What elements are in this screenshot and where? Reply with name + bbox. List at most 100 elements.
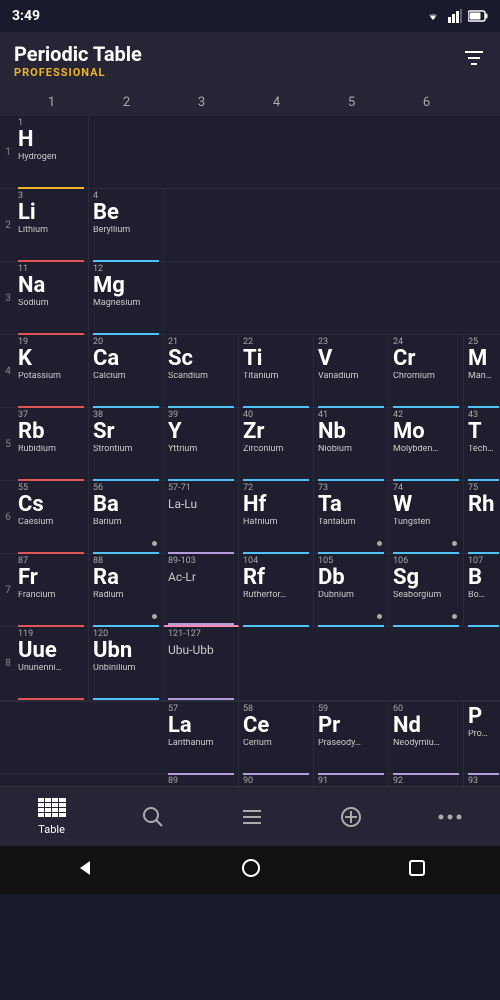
element-Mo[interactable]: 42 Mo Molybden… xyxy=(389,408,464,481)
table-nav-icon xyxy=(38,798,66,820)
ubu-ubb-placeholder[interactable]: 121-127 Ubu-Ubb xyxy=(164,627,239,700)
element-Ta[interactable]: 73 Ta Tantalum xyxy=(314,481,389,554)
element-Rb[interactable]: 37 Rb Rubidium xyxy=(14,408,89,481)
element-U[interactable]: 92 U Uranium xyxy=(389,774,464,786)
ac-lr-placeholder[interactable]: 89-103 Ac-Lr xyxy=(164,554,239,627)
empty-2-4 xyxy=(239,189,314,262)
element-V[interactable]: 23 V Vanadium xyxy=(314,335,389,408)
periodic-table: 1 1 H Hydrogen 2 3 Li Lithium 4 Be xyxy=(0,116,500,786)
element-Pa[interactable]: 91 Pa Protactini… xyxy=(314,774,389,786)
empty-8-4 xyxy=(239,627,314,700)
period-8: 8 119 Uue Ununenni… 120 Ubn Unbinilium 1… xyxy=(0,627,500,700)
home-icon xyxy=(241,858,261,878)
element-Cr[interactable]: 24 Cr Chromium xyxy=(389,335,464,408)
col-6: 6 xyxy=(389,88,464,116)
nav-search[interactable] xyxy=(129,801,177,833)
app-subtitle: PROFESSIONAL xyxy=(14,66,142,79)
element-Ba[interactable]: 56 Ba Barium xyxy=(89,481,164,554)
empty-8-6 xyxy=(389,627,464,700)
back-icon xyxy=(74,858,94,878)
element-Th[interactable]: 90 Th Thorium xyxy=(239,774,314,786)
col-5: 5 xyxy=(314,88,389,116)
element-Zr[interactable]: 40 Zr Zirconium xyxy=(239,408,314,481)
row-3-number: 3 xyxy=(0,262,14,334)
row-8-number: 8 xyxy=(0,627,14,700)
nav-more[interactable] xyxy=(426,808,474,826)
element-Ce[interactable]: 58 Ce Cerium xyxy=(239,702,314,775)
element-Pm-partial[interactable]: P Pro… xyxy=(464,702,500,775)
element-La[interactable]: 57 La Lanthanum xyxy=(164,702,239,775)
nav-compare[interactable] xyxy=(327,801,375,833)
element-Fr[interactable]: 87 Fr Francium xyxy=(14,554,89,627)
status-time: 3:49 xyxy=(12,8,40,24)
element-Mn-partial[interactable]: 25 M Man… xyxy=(464,335,500,408)
element-Pr[interactable]: 59 Pr Praseody… xyxy=(314,702,389,775)
row-6-number: 6 xyxy=(0,481,14,553)
element-W[interactable]: 74 W Tungsten xyxy=(389,481,464,554)
filter-icon[interactable] xyxy=(462,46,486,75)
element-Re-partial[interactable]: 75 Rh xyxy=(464,481,500,554)
empty-2-3 xyxy=(164,189,239,262)
col-4: 4 xyxy=(239,88,314,116)
element-Ra[interactable]: 88 Ra Radium xyxy=(89,554,164,627)
lanthanide-row: 57 La Lanthanum 58 Ce Cerium 59 Pr Prase… xyxy=(0,700,500,773)
element-Mg[interactable]: 12 Mg Magnesium xyxy=(89,262,164,335)
period-5: 5 37 Rb Rubidium 38 Sr Strontium 39 Y Yt… xyxy=(0,408,500,481)
la-lu-placeholder[interactable]: 57-71 La-Lu xyxy=(164,481,239,554)
element-K[interactable]: 19 K Potassium xyxy=(14,335,89,408)
element-Li[interactable]: 3 Li Lithium xyxy=(14,189,89,262)
period-1: 1 1 H Hydrogen xyxy=(0,116,500,189)
element-Db[interactable]: 105 Db Dubnium xyxy=(314,554,389,627)
android-nav-bar xyxy=(0,846,500,894)
element-H[interactable]: 1 H Hydrogen xyxy=(14,116,89,189)
period-7: 7 87 Fr Francium 88 Ra Radium 89-103 Ac-… xyxy=(0,554,500,627)
col-2: 2 xyxy=(89,88,164,116)
element-Np-partial[interactable]: 93 N Nep… xyxy=(464,774,500,786)
element-Nb[interactable]: 41 Nb Niobium xyxy=(314,408,389,481)
element-Ti[interactable]: 22 Ti Titanium xyxy=(239,335,314,408)
compare-nav-icon xyxy=(339,805,363,829)
empty-8-5 xyxy=(314,627,389,700)
element-Ca[interactable]: 20 Ca Calcium xyxy=(89,335,164,408)
element-Hf[interactable]: 72 Hf Hafnium xyxy=(239,481,314,554)
element-Ac[interactable]: 89 Ac Actinium xyxy=(164,774,239,786)
signal-icon xyxy=(448,9,462,23)
actinide-row: 89 Ac Actinium 90 Th Thorium 91 Pa Prota… xyxy=(0,773,500,786)
element-Bh-partial[interactable]: 107 B Bo… xyxy=(464,554,500,627)
element-Sr[interactable]: 38 Sr Strontium xyxy=(89,408,164,481)
period-3: 3 11 Na Sodium 12 Mg Magnesium xyxy=(0,262,500,335)
column-headers: 1 2 3 4 5 6 xyxy=(0,88,500,116)
element-Na[interactable]: 11 Na Sodium xyxy=(14,262,89,335)
empty-1-5 xyxy=(314,116,389,189)
empty-1-2 xyxy=(89,116,164,189)
period-6: 6 55 Cs Caesium 56 Ba Barium 57-71 La-Lu… xyxy=(0,481,500,554)
empty-3-4 xyxy=(239,262,314,335)
element-Y[interactable]: 39 Y Yttrium xyxy=(164,408,239,481)
row-1-number: 1 xyxy=(0,116,14,188)
header-title-block: Periodic Table PROFESSIONAL xyxy=(14,42,142,79)
row-2-number: 2 xyxy=(0,189,14,261)
nav-list[interactable] xyxy=(228,801,276,833)
status-bar: 3:49 xyxy=(0,0,500,32)
element-Sc[interactable]: 21 Sc Scandium xyxy=(164,335,239,408)
android-home-button[interactable] xyxy=(241,858,261,882)
status-icons xyxy=(424,9,488,23)
element-Ubn[interactable]: 120 Ubn Unbinilium xyxy=(89,627,164,700)
more-nav-icon xyxy=(438,812,462,822)
element-Be[interactable]: 4 Be Beryllium xyxy=(89,189,164,262)
element-Nd[interactable]: 60 Nd Neodymiu… xyxy=(389,702,464,775)
row-5-number: 5 xyxy=(0,408,14,480)
element-Cs[interactable]: 55 Cs Caesium xyxy=(14,481,89,554)
row-4-number: 4 xyxy=(0,335,14,407)
element-Sg[interactable]: 106 Sg Seaborgium xyxy=(389,554,464,627)
list-nav-icon xyxy=(240,805,264,829)
element-Rf[interactable]: 104 Rf Rutherfor… xyxy=(239,554,314,627)
col-3: 3 xyxy=(164,88,239,116)
empty-1-4 xyxy=(239,116,314,189)
android-recents-button[interactable] xyxy=(408,859,426,881)
element-Tc-partial[interactable]: 43 T Tech… xyxy=(464,408,500,481)
nav-table[interactable]: Table xyxy=(26,794,78,840)
element-Uue[interactable]: 119 Uue Ununenni… xyxy=(14,627,89,700)
android-back-button[interactable] xyxy=(74,858,94,882)
col-1: 1 xyxy=(14,88,89,116)
